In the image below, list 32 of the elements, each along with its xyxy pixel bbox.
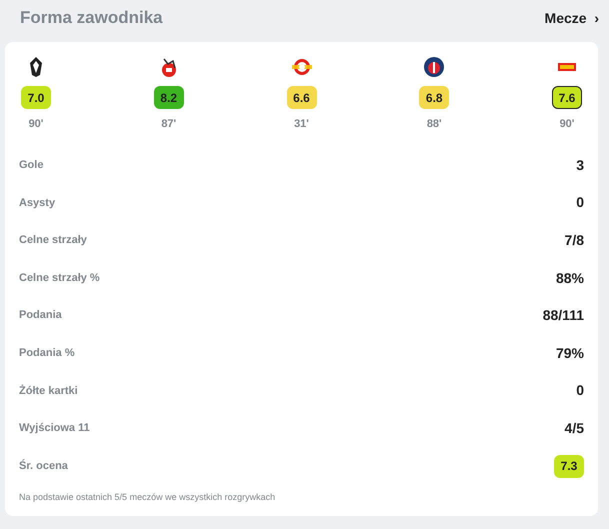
minutes-played: 90' xyxy=(560,117,574,132)
rating-badge[interactable]: 7.0 xyxy=(21,86,51,109)
stat-label: Podania % xyxy=(19,346,75,362)
matches-link[interactable]: Mecze › xyxy=(544,8,599,28)
stat-value: 79% xyxy=(556,344,584,363)
stat-label: Wyjściowa 11 xyxy=(19,421,90,436)
stat-label: Celne strzały xyxy=(19,233,87,248)
stat-value: 88/111 xyxy=(542,306,584,326)
minutes-played: 88' xyxy=(426,117,442,132)
minutes-played: 87' xyxy=(161,117,176,132)
stat-value: 7/8 xyxy=(564,230,584,250)
minutes-played: 31' xyxy=(294,117,309,132)
stat-value: 4/5 xyxy=(564,418,584,438)
stat-label: Śr. ocena xyxy=(19,458,68,474)
minutes-played: 90' xyxy=(28,117,44,132)
crest-icon[interactable] xyxy=(423,56,446,78)
stat-value: 3 xyxy=(576,156,584,175)
stat-label: Asysty xyxy=(19,196,56,211)
rating-badge[interactable]: 6.8 xyxy=(419,86,450,109)
stat-value: 88% xyxy=(556,268,584,288)
rating-badge: 7.3 xyxy=(554,454,584,478)
stat-label: Żółte kartki xyxy=(19,384,78,399)
stat-value: 0 xyxy=(576,381,584,400)
stat-value: 0 xyxy=(576,193,584,212)
section-title: Forma zawodnika xyxy=(20,7,163,30)
rating-badge[interactable]: 8.2 xyxy=(154,86,184,109)
stat-label: Podania xyxy=(19,308,62,324)
stat-label: Celne strzały % xyxy=(19,270,100,286)
footnote: Na podstawie ostatnich 5/5 meczów we wszystkich rozgrywkach xyxy=(19,490,276,504)
rating-badge[interactable]: 6.6 xyxy=(286,86,316,109)
rating-badge[interactable]: 7.6 xyxy=(552,86,582,109)
stat-label: Gole xyxy=(19,158,44,174)
